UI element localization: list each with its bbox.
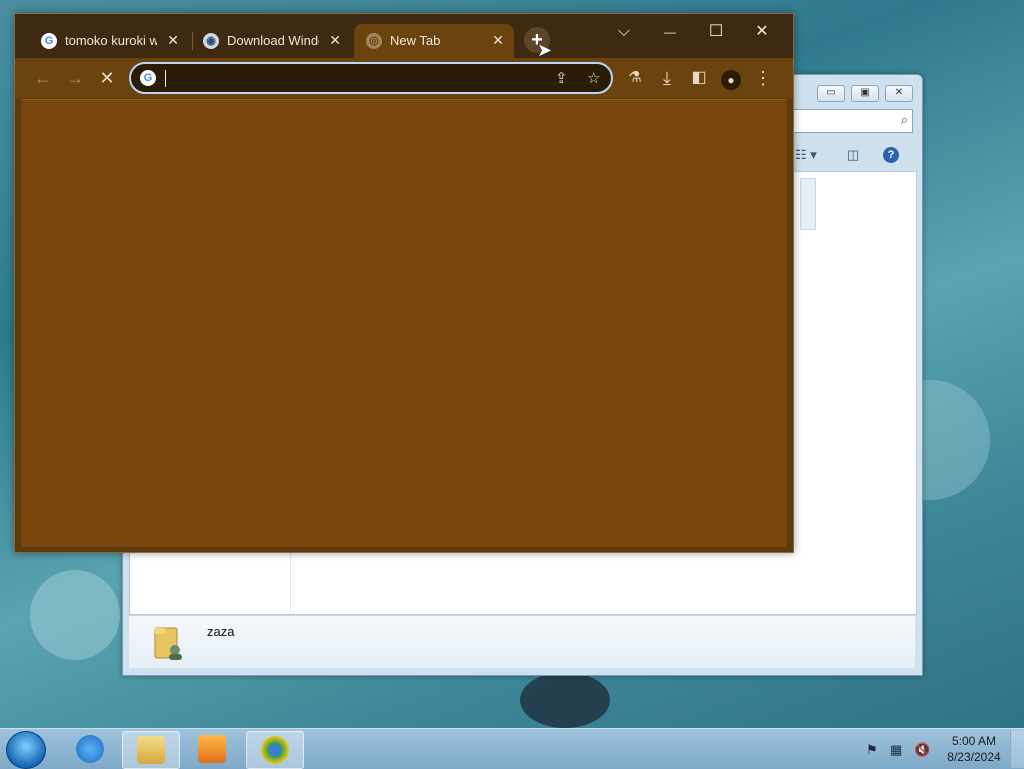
tab-close-icon[interactable]: ✕: [492, 32, 504, 49]
taskbar-chrome[interactable]: [246, 731, 304, 769]
show-desktop-button[interactable]: [1010, 730, 1024, 768]
taskbar-media-player[interactable]: [184, 731, 240, 767]
chrome-icon: [261, 736, 289, 764]
preview-pane-icon[interactable]: ◫: [847, 147, 859, 163]
minimize-button[interactable]: —: [647, 18, 693, 46]
explorer-details-pane: zaza: [129, 615, 915, 668]
tab-close-icon[interactable]: ✕: [329, 32, 341, 49]
wallpaper-bubble: [30, 570, 120, 660]
downloads-icon[interactable]: ⤓: [653, 64, 681, 92]
clock-date: 8/23/2024: [947, 750, 1001, 764]
page-content-area[interactable]: [21, 99, 787, 547]
action-center-flag-icon[interactable]: ⚑: [866, 742, 878, 758]
globe-icon: ◉: [203, 33, 219, 49]
profile-avatar-icon[interactable]: ●: [717, 64, 745, 92]
labs-flask-icon[interactable]: ⚗: [621, 64, 649, 92]
back-button[interactable]: ←: [29, 64, 57, 92]
close-button[interactable]: ✕: [739, 18, 785, 46]
explorer-maximize-button[interactable]: ▣: [851, 85, 879, 102]
google-icon: G: [41, 33, 57, 49]
internet-explorer-icon: [76, 735, 104, 763]
details-item-name: zaza: [207, 624, 235, 639]
browser-toolbar: ← → ✕ G ⇪ ☆ ⚗ ⤓ ◧ ● ⋮: [15, 58, 793, 98]
tab-title: tomoko kuroki wa: [65, 33, 157, 48]
view-options-icon[interactable]: ☷ ▾: [795, 147, 817, 163]
tab-new-tab[interactable]: ◎ New Tab ✕: [354, 24, 514, 58]
explorer-minimize-button[interactable]: ▭: [817, 85, 845, 102]
explorer-toolbar: ☷ ▾ ◫ ?: [791, 141, 916, 171]
tab-title: Download Windo: [227, 33, 319, 48]
help-icon[interactable]: ?: [883, 147, 899, 163]
text-caret: [165, 70, 166, 87]
wallpaper-creature: [520, 672, 610, 728]
maximize-button[interactable]: ☐: [693, 18, 739, 46]
tab-close-icon[interactable]: ✕: [167, 32, 179, 49]
chrome-icon: ◎: [366, 33, 382, 49]
user-folder-icon: [151, 622, 185, 662]
mouse-cursor-icon: ➤: [537, 40, 553, 60]
chrome-window[interactable]: G tomoko kuroki wa ✕ ◉ Download Windo ✕ …: [14, 13, 794, 553]
taskbar-windows-explorer[interactable]: [122, 731, 180, 769]
explorer-close-button[interactable]: ✕: [885, 85, 913, 102]
windows-explorer-icon: [137, 736, 165, 764]
taskbar-internet-explorer[interactable]: [62, 731, 118, 767]
network-icon[interactable]: ▦: [890, 742, 902, 758]
media-player-icon: [198, 735, 226, 763]
start-button[interactable]: [6, 731, 46, 769]
tab-strip: G tomoko kuroki wa ✕ ◉ Download Windo ✕ …: [15, 14, 793, 58]
google-icon: G: [140, 70, 156, 86]
explorer-scrollbar[interactable]: [800, 178, 816, 230]
search-icon: ⌕: [900, 112, 908, 127]
tab-title: New Tab: [390, 33, 441, 48]
clock-time: 5:00 AM: [951, 734, 997, 748]
address-bar[interactable]: G ⇪ ☆: [129, 62, 613, 94]
tab-download-windows[interactable]: ◉ Download Windo ✕: [191, 24, 351, 58]
explorer-search-input[interactable]: ⌕: [791, 109, 913, 133]
bookmark-star-icon[interactable]: ☆: [587, 69, 600, 87]
tab-search-dropdown-icon[interactable]: ⌵: [601, 18, 647, 46]
menu-kebab-icon[interactable]: ⋮: [749, 64, 777, 92]
taskbar: ⚑ ▦ 🔇 5:00 AM 8/23/2024: [0, 728, 1024, 769]
tab-tomoko-kuroki[interactable]: G tomoko kuroki wa ✕: [29, 24, 189, 58]
volume-muted-icon[interactable]: 🔇: [914, 742, 930, 758]
forward-button[interactable]: →: [61, 64, 89, 92]
system-clock[interactable]: 5:00 AM 8/23/2024: [944, 733, 1004, 765]
stop-loading-button[interactable]: ✕: [93, 64, 121, 92]
share-icon[interactable]: ⇪: [555, 69, 568, 87]
side-panel-icon[interactable]: ◧: [685, 64, 713, 92]
